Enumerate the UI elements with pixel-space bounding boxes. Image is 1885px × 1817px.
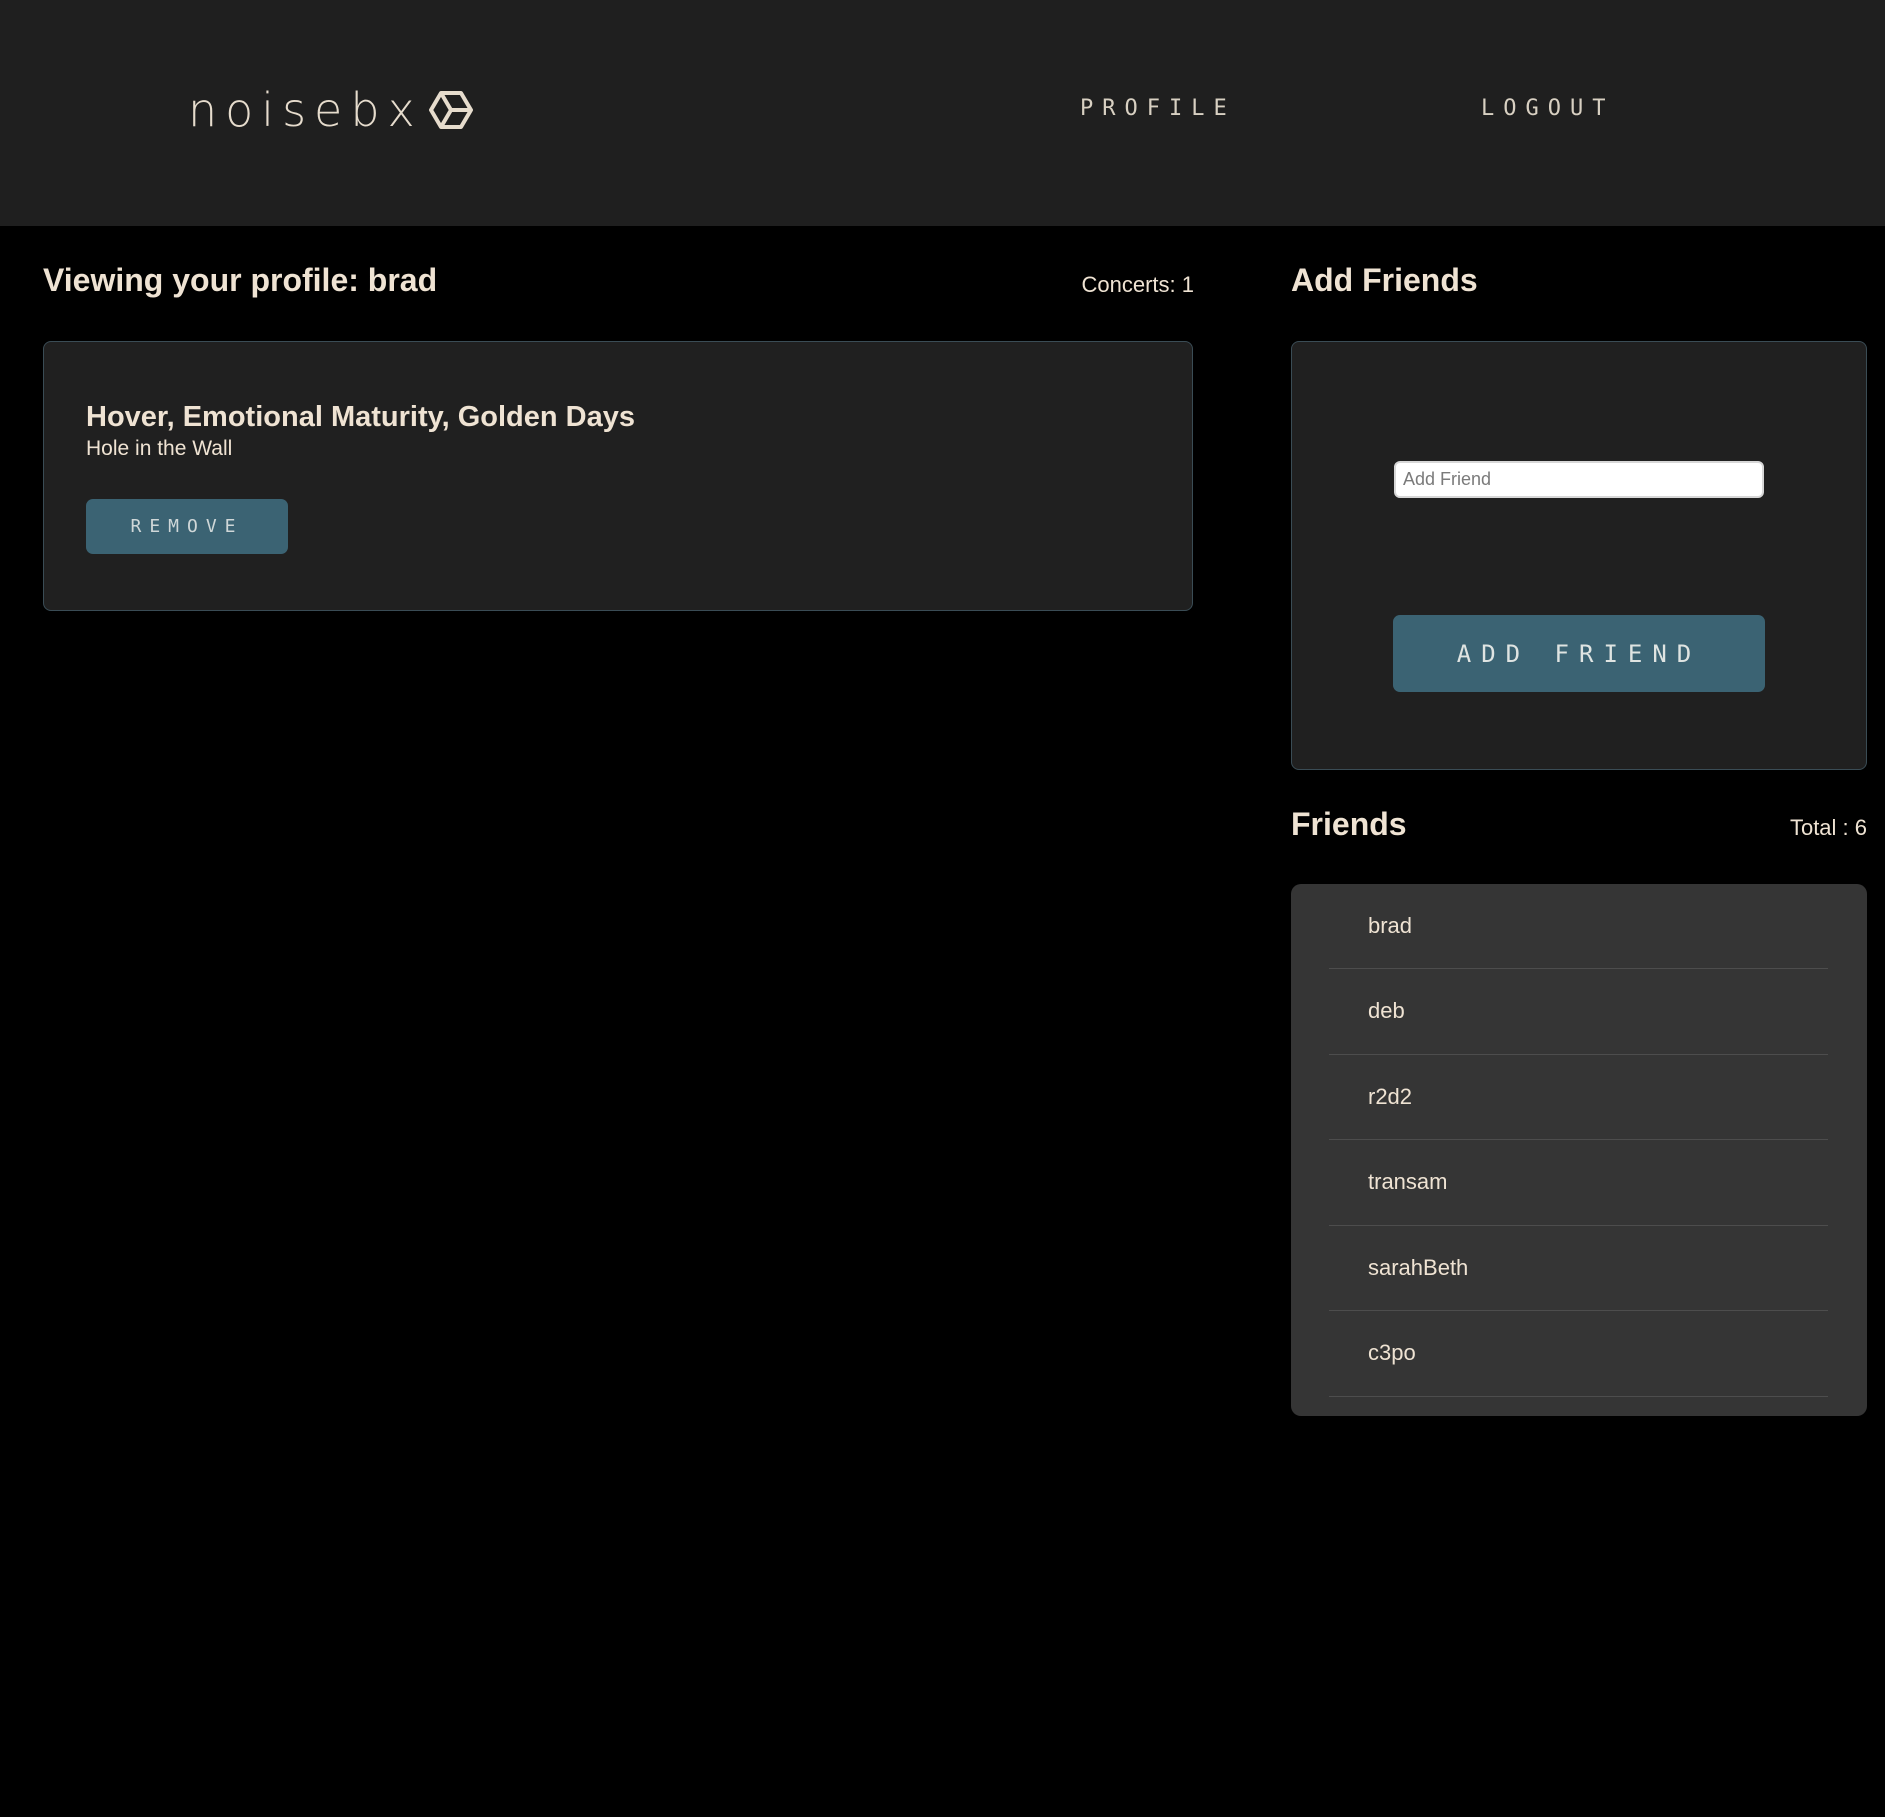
add-friend-button[interactable]: ADD FRIEND — [1393, 615, 1765, 692]
page-title: Viewing your profile: brad — [43, 262, 438, 298]
nav-profile-link[interactable]: PROFILE — [1080, 96, 1236, 121]
friends-list: brad deb r2d2 transam sarahBeth c3po — [1291, 884, 1867, 1416]
concert-bands: Hover, Emotional Maturity, Golden Days — [86, 401, 635, 433]
friend-item-deb[interactable]: deb — [1329, 969, 1828, 1055]
remove-concert-button[interactable]: REMOVE — [86, 499, 288, 554]
friend-item-brad[interactable]: brad — [1329, 884, 1828, 969]
brand-logo[interactable]: noisebx — [188, 86, 473, 134]
concert-card: Hover, Emotional Maturity, Golden Days H… — [43, 341, 1193, 611]
friend-item-transam[interactable]: transam — [1329, 1140, 1828, 1226]
concerts-count: Concerts: 1 — [1081, 272, 1195, 297]
friend-item-r2d2[interactable]: r2d2 — [1329, 1055, 1828, 1140]
friends-heading: Friends — [1291, 806, 1407, 842]
top-nav-bar: noisebx PROFILE LOGOUT — [0, 0, 1885, 226]
add-friends-heading: Add Friends — [1291, 262, 1478, 298]
logo-text: noisebx — [188, 83, 423, 137]
friend-item-c3po[interactable]: c3po — [1329, 1311, 1828, 1397]
add-friends-card: ADD FRIEND — [1291, 341, 1867, 770]
friends-total: Total : 6 — [1789, 815, 1867, 840]
friend-item-sarahbeth[interactable]: sarahBeth — [1329, 1226, 1828, 1311]
concert-venue: Hole in the Wall — [86, 437, 233, 460]
add-friend-input[interactable] — [1394, 461, 1764, 498]
nav-logout-link[interactable]: LOGOUT — [1481, 96, 1614, 121]
hexagon-cube-icon — [428, 91, 473, 129]
